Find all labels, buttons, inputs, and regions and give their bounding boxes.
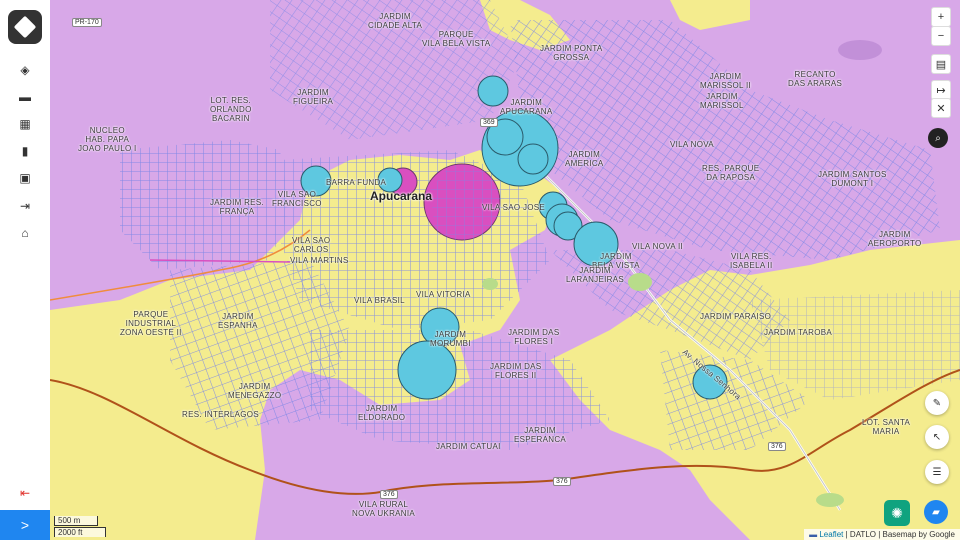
neighborhood-label: JARDIM PONTA GROSSA: [540, 44, 603, 62]
neighborhood-label: JARDIM CATUAI: [436, 442, 501, 451]
zoom-in-button[interactable]: +: [931, 7, 951, 27]
neighborhood-label: BARRA FUNDA: [326, 178, 387, 187]
neighborhood-label: JARDIM TAROBA: [764, 328, 833, 337]
neighborhood-label: JARDIM FIGUEIRA: [293, 88, 334, 106]
neighborhood-label: JARDIM ELDORADO: [358, 404, 406, 422]
neighborhood-label: VILA NOVA II: [632, 242, 684, 251]
neighborhood-label: VILA BRASIL: [354, 296, 405, 305]
neighborhood-label: VILA SAO JOSE: [482, 203, 546, 212]
neighborhood-label: JARDIM MARISSOL II: [700, 72, 752, 90]
flag-icon: ▬: [809, 530, 818, 539]
road-shield-pr170: PR-170: [72, 18, 102, 27]
neighborhood-label: VILA RURAL NOVA UKRANIA: [352, 500, 416, 518]
select-tool-button[interactable]: ↖: [925, 425, 949, 449]
neighborhood-label: RES. PARQUE DA RAPOSA: [702, 164, 760, 182]
neighborhood-label: VILA MARTINS: [290, 256, 349, 265]
scale-imperial: 2000 ft: [54, 527, 106, 537]
export-icon[interactable]: ⇥: [13, 194, 37, 218]
road-shield-376: 376: [553, 477, 571, 486]
neighborhood-label: RECANTO DAS ARARAS: [788, 70, 843, 88]
map-canvas[interactable]: PR-170 369 376 376 376 Av. Nossa Senhora…: [50, 0, 960, 540]
neighborhood-label: JARDIM LARANJEIRAS: [566, 266, 624, 284]
road-shield-376: 376: [380, 490, 398, 499]
neighborhood-label: RES. INTERLAGOS: [182, 410, 259, 419]
measure-button[interactable]: ↦: [931, 80, 951, 100]
neighborhood-label: VILA SAO CARLOS: [292, 236, 331, 254]
layers-icon[interactable]: ◈: [13, 58, 37, 82]
neighborhood-label: JARDIM APUCARANA: [500, 98, 553, 116]
neighborhood-label: JARDIM CIDADE ALTA: [368, 12, 423, 30]
chatgpt-icon[interactable]: ✺: [884, 500, 910, 526]
neighborhood-label: VILA VITORIA: [416, 290, 471, 299]
neighborhood-label: NUCLEO HAB. PAPA JOAO PAULO I: [78, 126, 137, 153]
neighborhood-label: JARDIM RES. FRANÇA: [210, 198, 264, 216]
attribution-text: | DATLO | Basemap by Google: [845, 530, 955, 539]
neighborhood-label: JARDIM MARISSOL: [700, 92, 744, 110]
neighborhood-label: JARDIM DAS FLORES I: [508, 328, 560, 346]
neighborhood-label: VILA RES. ISABELA II: [730, 252, 773, 270]
neighborhood-label: VILA NOVA: [670, 140, 714, 149]
grid-icon[interactable]: ▣: [13, 166, 37, 190]
neighborhood-label: JARDIM DAS FLORES II: [490, 362, 542, 380]
road-shield-376: 376: [768, 442, 786, 451]
neighborhood-label: JARDIM MORUMBI: [430, 330, 471, 348]
basemap-button[interactable]: ▤: [931, 54, 951, 74]
home-icon[interactable]: ⌂: [13, 221, 37, 245]
scale-metric: 500 m: [54, 516, 98, 526]
neighborhood-label: PARQUE VILA BELA VISTA: [422, 30, 491, 48]
neighborhood-label: JARDIM ESPANHA: [218, 312, 258, 330]
attribution: ▬ Leaflet | DATLO | Basemap by Google: [804, 529, 960, 540]
draw-tool-button[interactable]: ✎: [925, 391, 949, 415]
neighborhood-label: JARDIM PARAISO: [700, 312, 772, 321]
app-logo[interactable]: [8, 10, 42, 44]
clear-measure-button[interactable]: ✕: [931, 98, 951, 118]
neighborhood-label: PARQUE INDUSTRIAL ZONA OESTE II: [120, 310, 182, 337]
scale-bar: 500 m 2000 ft: [54, 516, 106, 538]
neighborhood-label: LOT. SANTA MARIA: [862, 418, 911, 436]
neighborhood-label: JARDIM MENEGAZZO: [228, 382, 282, 400]
list-button[interactable]: ☰: [925, 460, 949, 484]
folder-icon[interactable]: ▬: [13, 85, 37, 109]
road-shield-369: 369: [480, 118, 498, 127]
search-icon[interactable]: ⌕: [928, 128, 948, 148]
chat-button[interactable]: ▰: [924, 500, 948, 524]
sidebar: ◈ ▬ ▦ ▮ ▣ ⇥ ⌂ ⇤ >: [0, 0, 51, 540]
neighborhood-label: JARDIM AEROPORTO: [868, 230, 922, 248]
neighborhood-label: LOT. RES. ORLANDO BACARIN: [210, 96, 252, 123]
zoom-out-button[interactable]: −: [931, 26, 951, 46]
map-icon[interactable]: ▦: [13, 112, 37, 136]
neighborhood-label: JARDIM ESPERANCA: [514, 426, 567, 444]
chart-icon[interactable]: ▮: [13, 139, 37, 163]
logout-icon[interactable]: ⇤: [13, 481, 37, 505]
city-label: Apucarana: [370, 189, 433, 203]
neighborhood-label: JARDIM SANTOS DUMONT I: [818, 170, 887, 188]
neighborhood-label: JARDIM AMERICA: [565, 150, 604, 168]
leaflet-link[interactable]: Leaflet: [819, 530, 843, 539]
neighborhood-label: VILA SAO FRANCISCO: [272, 190, 322, 208]
expand-sidebar-button[interactable]: >: [0, 510, 50, 540]
